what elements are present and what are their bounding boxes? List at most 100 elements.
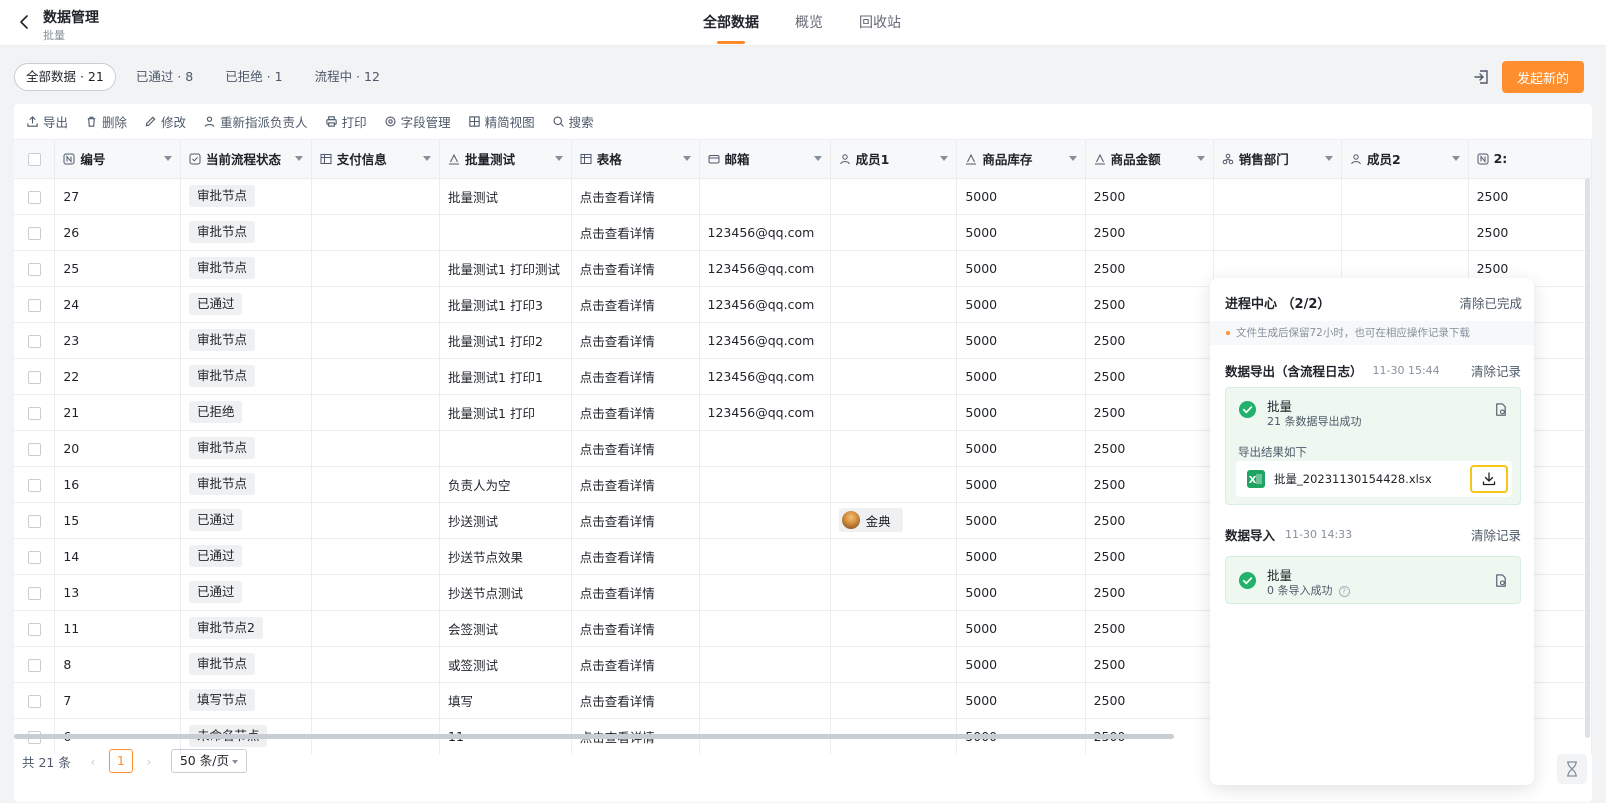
- cell-grid-link[interactable]: 点击查看详情: [571, 178, 700, 215]
- compact-view-button[interactable]: 精简视图: [468, 112, 535, 131]
- column-header-stock[interactable]: 商品库存: [956, 140, 1086, 179]
- column-header-email[interactable]: 邮箱: [699, 140, 831, 179]
- filter-approved[interactable]: 已通过 · 8: [124, 63, 205, 91]
- row-checkbox[interactable]: [27, 370, 41, 384]
- tab-recycle-bin[interactable]: 回收站: [859, 0, 901, 46]
- cell-grid-link[interactable]: 点击查看详情: [571, 610, 700, 647]
- horizontal-scrollbar[interactable]: [14, 734, 1174, 739]
- cell-grid-link[interactable]: 点击查看详情: [571, 430, 700, 467]
- chevron-down-icon[interactable]: [940, 156, 949, 162]
- cell-grid-link[interactable]: 点击查看详情: [571, 646, 700, 683]
- row-checkbox[interactable]: [27, 622, 41, 636]
- row-checkbox[interactable]: [27, 514, 41, 528]
- cell-grid-link[interactable]: 点击查看详情: [571, 214, 700, 251]
- vertical-scrollbar[interactable]: [1585, 178, 1590, 738]
- cell-grid-link[interactable]: 点击查看详情: [571, 358, 700, 395]
- hourglass-float-button[interactable]: [1557, 754, 1587, 784]
- back-arrow-icon[interactable]: [16, 13, 34, 31]
- cell-grid-link[interactable]: 点击查看详情: [571, 538, 700, 575]
- chevron-down-icon[interactable]: [813, 156, 822, 162]
- row-checkbox[interactable]: [27, 226, 41, 240]
- clear-completed-button[interactable]: 清除已完成: [1459, 293, 1522, 312]
- search-button[interactable]: 搜索: [552, 112, 594, 131]
- member-chip[interactable]: 金典: [838, 508, 903, 532]
- row-checkbox[interactable]: [27, 298, 41, 312]
- page-size-select[interactable]: 50 条/页: [170, 749, 247, 773]
- chevron-down-icon[interactable]: [1325, 156, 1334, 162]
- chevron-down-icon[interactable]: [554, 156, 563, 162]
- tab-overview[interactable]: 概览: [795, 0, 823, 46]
- tab-all-data[interactable]: 全部数据: [703, 0, 759, 46]
- import-clear-record-button[interactable]: 清除记录: [1471, 525, 1521, 544]
- cell-grid-link[interactable]: 点击查看详情: [571, 394, 700, 431]
- filter-in-process[interactable]: 流程中 · 12: [303, 63, 392, 91]
- row-select-cell: [14, 178, 56, 215]
- chevron-down-icon: [231, 759, 238, 764]
- cell-email: 123456@qq.com: [699, 250, 831, 287]
- field-management-button[interactable]: 字段管理: [384, 112, 451, 131]
- row-checkbox[interactable]: [27, 406, 41, 420]
- cell-amount: 2500: [1085, 610, 1214, 647]
- page-number-current[interactable]: 1: [108, 749, 133, 773]
- row-checkbox[interactable]: [27, 550, 41, 564]
- row-checkbox[interactable]: [27, 694, 41, 708]
- cell-member1: [830, 394, 958, 431]
- delete-button[interactable]: 删除: [85, 112, 127, 131]
- column-header-dept[interactable]: 销售部门: [1213, 140, 1343, 179]
- avatar: [841, 511, 860, 529]
- cell-grid-link[interactable]: 点击查看详情: [571, 250, 700, 287]
- table-row[interactable]: 27 审批节点 批量测试 点击查看详情 5000 2500 2500: [14, 178, 1592, 215]
- table-row[interactable]: 26 审批节点 点击查看详情 123456@qq.com 5000 2500 2500: [14, 214, 1592, 251]
- chevron-down-icon[interactable]: [682, 156, 691, 162]
- export-clear-record-button[interactable]: 清除记录: [1471, 361, 1521, 380]
- column-header-extra[interactable]: 2:: [1468, 140, 1592, 179]
- row-checkbox[interactable]: [27, 190, 41, 204]
- filter-all[interactable]: 全部数据 · 21: [14, 63, 116, 91]
- log-document-icon[interactable]: [1493, 573, 1508, 588]
- next-page-button[interactable]: ›: [139, 754, 159, 769]
- prev-page-button[interactable]: ‹: [83, 754, 103, 769]
- cell-member1: [830, 214, 958, 251]
- column-header-id[interactable]: 编号: [54, 140, 181, 179]
- column-header-status[interactable]: 当前流程状态: [180, 140, 312, 179]
- chevron-down-icon[interactable]: [163, 156, 172, 162]
- cell-payment: [311, 358, 441, 395]
- cell-status: 审批节点: [180, 322, 312, 359]
- cell-grid-link[interactable]: 点击查看详情: [571, 322, 700, 359]
- chevron-down-icon[interactable]: [294, 156, 303, 162]
- column-header-grid[interactable]: 表格: [571, 140, 700, 179]
- log-document-icon[interactable]: [1493, 402, 1508, 417]
- new-submission-button[interactable]: 发起新的: [1502, 61, 1584, 93]
- help-icon[interactable]: ?: [1338, 585, 1350, 597]
- row-checkbox[interactable]: [27, 334, 41, 348]
- row-checkbox[interactable]: [27, 262, 41, 276]
- row-checkbox[interactable]: [27, 586, 41, 600]
- edit-button[interactable]: 修改: [144, 112, 186, 131]
- column-header-member2[interactable]: 成员2: [1341, 140, 1469, 179]
- download-button[interactable]: [1470, 465, 1508, 493]
- cell-grid-link[interactable]: 点击查看详情: [571, 286, 700, 323]
- column-header-batch[interactable]: 批量测试: [439, 140, 572, 179]
- column-header-payment[interactable]: 支付信息: [311, 140, 441, 179]
- row-checkbox[interactable]: [27, 478, 41, 492]
- filter-rejected[interactable]: 已拒绝 · 1: [213, 63, 294, 91]
- chevron-down-icon[interactable]: [1451, 156, 1460, 162]
- exit-icon[interactable]: [1472, 67, 1492, 87]
- chevron-down-icon[interactable]: [1068, 156, 1077, 162]
- export-button[interactable]: 导出: [26, 112, 68, 131]
- cell-grid-link[interactable]: 点击查看详情: [571, 502, 700, 539]
- column-header-member1[interactable]: 成员1: [830, 140, 958, 179]
- chevron-down-icon[interactable]: [423, 156, 432, 162]
- column-header-amount[interactable]: 商品金额: [1085, 140, 1214, 179]
- cell-grid-link[interactable]: 点击查看详情: [571, 574, 700, 611]
- reassign-owner-button[interactable]: 重新指派负责人: [203, 112, 308, 131]
- chevron-down-icon[interactable]: [1196, 156, 1205, 162]
- row-checkbox[interactable]: [27, 658, 41, 672]
- cell-member1: [830, 178, 958, 215]
- print-button[interactable]: 打印: [325, 112, 367, 131]
- select-all-checkbox[interactable]: [27, 153, 41, 167]
- cell-grid-link[interactable]: 点击查看详情: [571, 466, 700, 503]
- cell-grid-link[interactable]: 点击查看详情: [571, 682, 700, 719]
- settings-icon: [385, 116, 396, 127]
- row-checkbox[interactable]: [27, 442, 41, 456]
